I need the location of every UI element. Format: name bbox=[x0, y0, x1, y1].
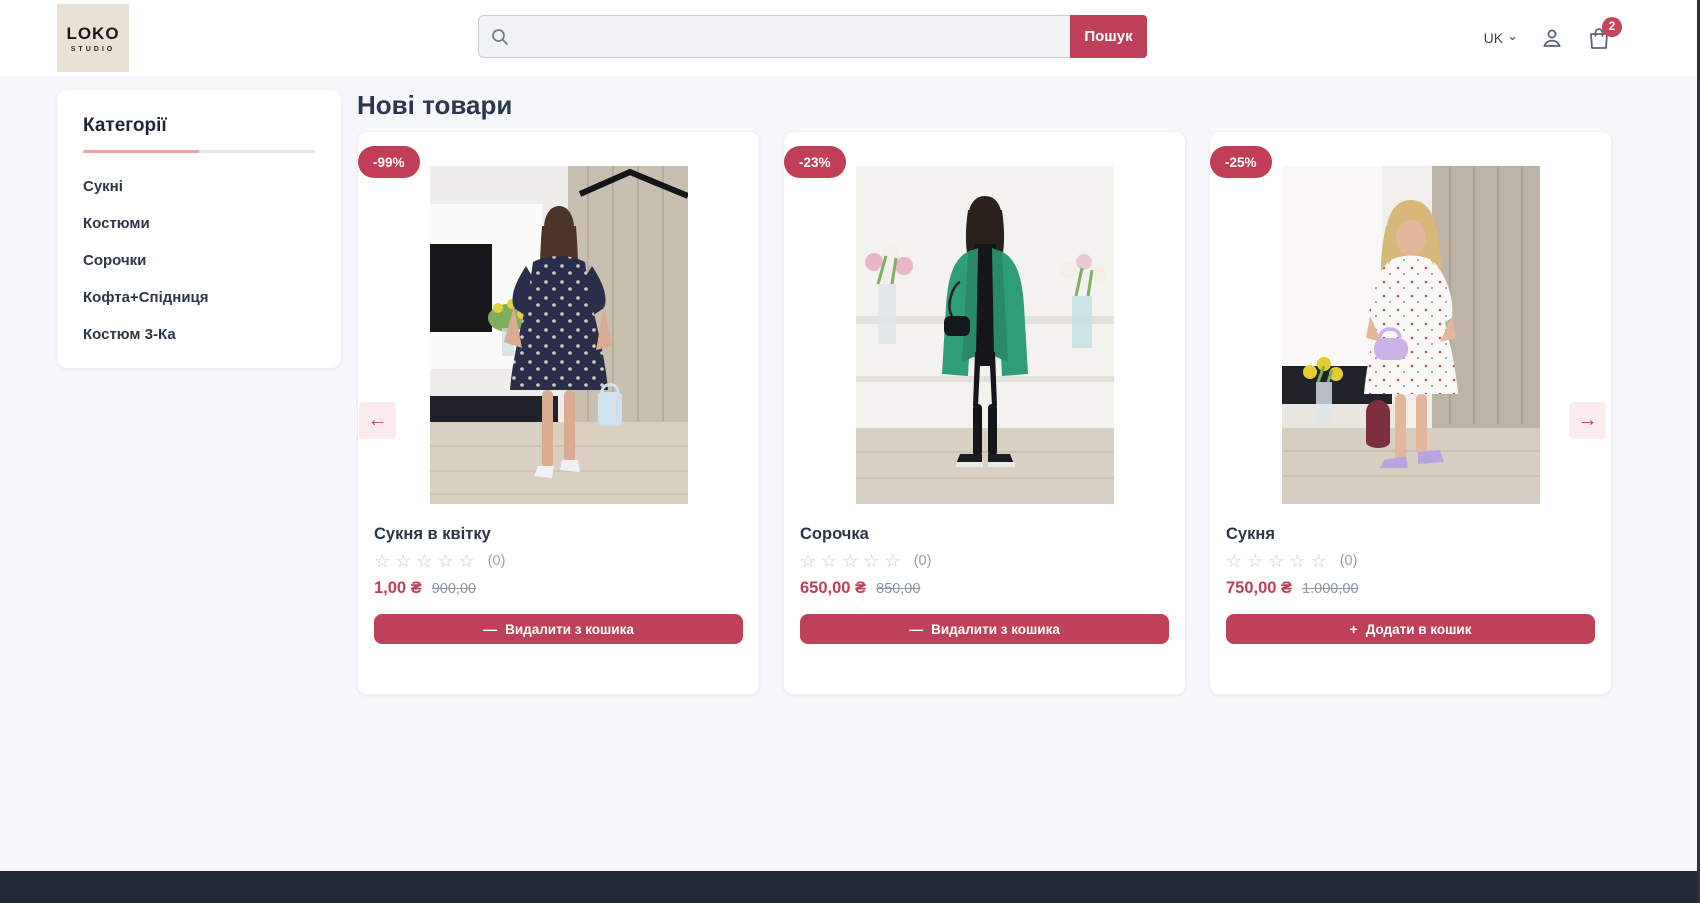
rating-stars-icon: ☆☆☆☆☆ bbox=[1226, 552, 1332, 570]
product-rating: ☆☆☆☆☆ (0) bbox=[800, 552, 1169, 570]
product-photo-dress-white[interactable] bbox=[1282, 166, 1540, 504]
minus-icon: — bbox=[909, 621, 923, 637]
sidebar-item-sukni[interactable]: Сукні bbox=[83, 168, 315, 205]
product-card: -23% Сорочка bbox=[783, 131, 1186, 695]
sidebar-item-sorochky[interactable]: Сорочки bbox=[83, 242, 315, 279]
plus-icon: + bbox=[1350, 621, 1358, 637]
footer bbox=[0, 871, 1700, 903]
product-prices: 750,00 ₴ 1.000,00 bbox=[1226, 579, 1595, 598]
carousel-next-button[interactable]: → bbox=[1569, 402, 1606, 439]
search-icon bbox=[490, 27, 510, 47]
product-info: Сукня ☆☆☆☆☆ (0) 750,00 ₴ 1.000,00 + Дода… bbox=[1210, 504, 1611, 644]
sidebar-item-kostium-3ka[interactable]: Костюм 3-Ка bbox=[83, 316, 315, 353]
product-rating: ☆☆☆☆☆ (0) bbox=[1226, 552, 1595, 570]
header: LOKO STUDIO Пошук UK ⌄ bbox=[0, 0, 1700, 76]
search-input[interactable] bbox=[510, 16, 1070, 57]
price-current: 750,00 ₴ bbox=[1226, 579, 1292, 598]
categories-panel: Категорії Сукні Костюми Сорочки Кофта+Сп… bbox=[57, 90, 341, 368]
divider bbox=[83, 150, 315, 153]
product-card: -25% bbox=[1209, 131, 1612, 695]
categories-list: Сукні Костюми Сорочки Кофта+Спідниця Кос… bbox=[83, 168, 315, 353]
price-current: 650,00 ₴ bbox=[800, 579, 866, 598]
product-title[interactable]: Сукня bbox=[1226, 525, 1595, 544]
cart-count-badge: 2 bbox=[1602, 17, 1622, 37]
brand-logo[interactable]: LOKO STUDIO bbox=[57, 4, 129, 72]
discount-badge: -99% bbox=[358, 146, 420, 178]
minus-icon: — bbox=[483, 621, 497, 637]
product-title[interactable]: Сукня в квітку bbox=[374, 525, 743, 544]
account-button[interactable] bbox=[1540, 26, 1564, 50]
arrow-left-icon: ← bbox=[368, 409, 388, 432]
price-current: 1,00 ₴ bbox=[374, 579, 422, 598]
rating-count: (0) bbox=[914, 553, 932, 569]
rating-count: (0) bbox=[488, 553, 506, 569]
brand-subname: STUDIO bbox=[71, 46, 115, 53]
remove-from-cart-button[interactable]: — Видалити з кошика bbox=[374, 614, 743, 644]
cart-action-label: Додати в кошик bbox=[1366, 622, 1472, 637]
product-prices: 650,00 ₴ 850,00 bbox=[800, 579, 1169, 598]
product-title[interactable]: Сорочка bbox=[800, 525, 1169, 544]
cart-action-label: Видалити з кошика bbox=[505, 622, 634, 637]
sidebar-item-kofta-spidnytsia[interactable]: Кофта+Спідниця bbox=[83, 279, 315, 316]
product-info: Сукня в квітку ☆☆☆☆☆ (0) 1,00 ₴ 900,00 —… bbox=[358, 504, 759, 644]
categories-title: Категорії bbox=[83, 115, 315, 137]
brand-name: LOKO bbox=[66, 24, 119, 44]
cart-action-label: Видалити з кошика bbox=[931, 622, 1060, 637]
language-label: UK bbox=[1484, 30, 1503, 46]
product-info: Сорочка ☆☆☆☆☆ (0) 650,00 ₴ 850,00 — Вида… bbox=[784, 504, 1185, 644]
product-prices: 1,00 ₴ 900,00 bbox=[374, 579, 743, 598]
arrow-right-icon: → bbox=[1578, 409, 1598, 432]
carousel-prev-button[interactable]: ← bbox=[359, 402, 396, 439]
product-photo-shirt-green[interactable] bbox=[856, 166, 1114, 504]
search-field-wrap bbox=[478, 15, 1070, 58]
rating-stars-icon: ☆☆☆☆☆ bbox=[374, 552, 480, 570]
add-to-cart-button[interactable]: + Додати в кошик bbox=[1226, 614, 1595, 644]
remove-from-cart-button[interactable]: — Видалити з кошика bbox=[800, 614, 1169, 644]
discount-badge: -25% bbox=[1210, 146, 1272, 178]
language-selector[interactable]: UK ⌄ bbox=[1484, 30, 1518, 46]
user-icon bbox=[1540, 26, 1564, 50]
product-photo-dress-floral-navy[interactable] bbox=[430, 166, 688, 504]
rating-count: (0) bbox=[1340, 553, 1358, 569]
sidebar-item-kostiumy[interactable]: Костюми bbox=[83, 205, 315, 242]
product-rating: ☆☆☆☆☆ (0) bbox=[374, 552, 743, 570]
page: LOKO STUDIO Пошук UK ⌄ bbox=[0, 0, 1700, 903]
chevron-down-icon: ⌄ bbox=[1507, 28, 1518, 44]
page-title: Нові товари bbox=[357, 90, 512, 121]
product-card: -99% bbox=[357, 131, 760, 695]
header-actions: UK ⌄ 2 bbox=[1484, 0, 1612, 76]
price-old: 900,00 bbox=[432, 581, 476, 597]
price-old: 1.000,00 bbox=[1302, 581, 1358, 597]
rating-stars-icon: ☆☆☆☆☆ bbox=[800, 552, 906, 570]
price-old: 850,00 bbox=[876, 581, 920, 597]
search-bar: Пошук bbox=[478, 15, 1147, 58]
search-button[interactable]: Пошук bbox=[1070, 15, 1147, 58]
discount-badge: -23% bbox=[784, 146, 846, 178]
cart-button[interactable]: 2 bbox=[1586, 25, 1612, 51]
